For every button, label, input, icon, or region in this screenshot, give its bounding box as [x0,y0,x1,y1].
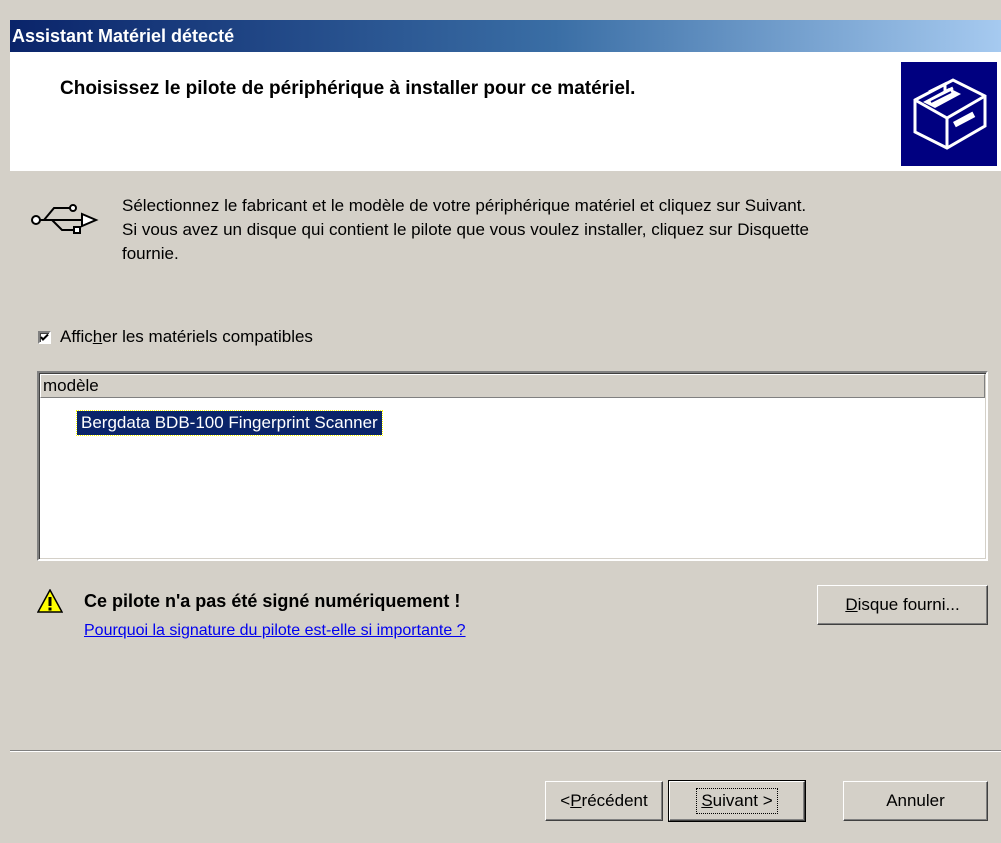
header-title: Choisissez le pilote de périphérique à i… [60,78,636,99]
window-title: Assistant Matériel détecté [12,26,235,46]
warning-icon [37,589,63,613]
instructions-line: fournie. [122,244,179,263]
instructions-line: Sélectionnez le fabricant et le modèle d… [122,196,807,215]
window-title-bar[interactable]: Assistant Matériel détecté [10,20,1001,52]
show-compatible-row[interactable]: Afficher les matériels compatibles [38,327,313,347]
unsigned-driver-warning: Ce pilote n'a pas été signé numériquemen… [84,591,461,611]
model-list[interactable]: modèle Bergdata BDB-100 Fingerprint Scan… [37,371,988,561]
wizard-header: Choisissez le pilote de périphérique à i… [10,52,1001,171]
column-header-model[interactable]: modèle [40,374,985,398]
next-button[interactable]: Suivant > [668,780,806,822]
checkmark-icon [40,333,49,341]
back-button[interactable]: < Précédent [545,781,663,821]
driver-signing-info-link[interactable]: Pourquoi la signature du pilote est-elle… [84,622,466,640]
header-divider [10,170,1001,171]
have-disk-button[interactable]: Disque fourni... [817,585,988,625]
cancel-button[interactable]: Annuler [843,781,988,821]
instructions-text: Sélectionnez le fabricant et le modèle d… [122,194,992,266]
hardware-wizard-icon [901,62,997,166]
show-compatible-checkbox[interactable] [38,330,51,344]
list-item[interactable]: Bergdata BDB-100 Fingerprint Scanner [76,410,383,436]
footer-separator-highlight [10,751,1001,752]
show-compatible-label: Afficher les matériels compatibles [60,327,313,346]
instructions-line: Si vous avez un disque qui contient le p… [122,220,810,239]
usb-icon [31,204,99,234]
focus-rect: Suivant > [696,788,778,814]
